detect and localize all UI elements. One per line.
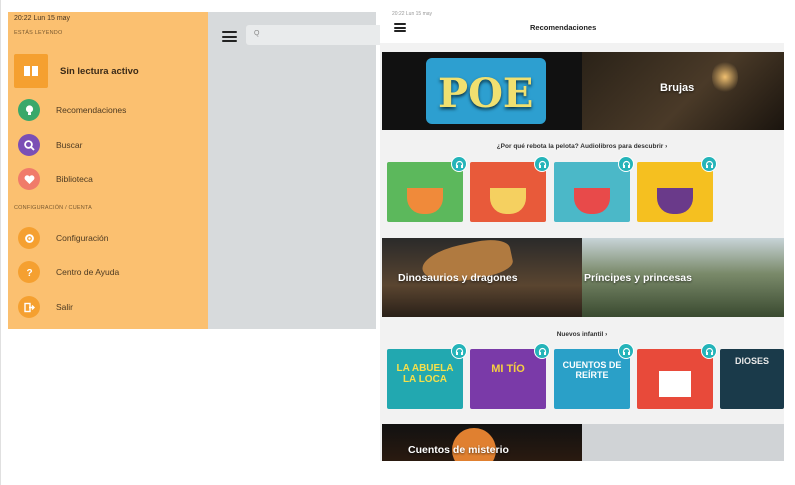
audiobook-cover[interactable]: DIOSES <box>720 349 784 409</box>
headphones-icon <box>618 343 634 359</box>
lightbulb-icon <box>18 99 40 121</box>
audiobook-cover[interactable] <box>637 156 717 222</box>
cover-illustration <box>659 371 691 397</box>
audiobook-cover[interactable]: MI TÍO <box>470 343 550 409</box>
banner-placeholder[interactable] <box>582 424 784 461</box>
nav-label: Recomendaciones <box>56 105 127 115</box>
header-bar: 20:22 Lun 15 may Recomendaciones <box>380 9 784 43</box>
cover-title: LA ABUELA LA LOCA <box>396 363 454 385</box>
page-title: Recomendaciones <box>530 23 597 32</box>
screen-edge <box>0 0 1 485</box>
banner-label: Cuentos de misterio <box>408 444 509 456</box>
search-column: Q <box>208 12 406 329</box>
search-icon <box>18 134 40 156</box>
active-reading-label: Sin lectura activo <box>60 65 139 77</box>
svg-text:?: ? <box>26 268 32 279</box>
banner-label: Brujas <box>660 82 695 94</box>
banner-brujas[interactable]: Brujas <box>582 52 784 130</box>
banner-poe[interactable]: POE <box>382 52 582 130</box>
active-reading-item[interactable]: Sin lectura activo <box>14 53 202 89</box>
headphones-icon <box>701 156 717 172</box>
nav-label: Configuración <box>56 233 109 243</box>
nav-item-buscar[interactable]: Buscar <box>18 133 203 157</box>
heart-icon <box>18 168 40 190</box>
search-placeholder: Q <box>254 30 260 37</box>
navigation-drawer: 20:22 Lun 15 may ESTÁS LEYENDO Sin lectu… <box>8 12 208 329</box>
section-reading-title: ESTÁS LEYENDO <box>14 30 63 36</box>
gear-icon <box>18 227 40 249</box>
section-title[interactable]: ¿Por qué rebota la pelota? Audiolibros p… <box>380 143 784 150</box>
nav-label: Centro de Ayuda <box>56 267 120 277</box>
nav-label: Biblioteca <box>56 174 93 184</box>
book-icon <box>14 54 48 88</box>
audiobook-cover[interactable] <box>470 156 550 222</box>
headphones-icon <box>534 156 550 172</box>
headphones-icon <box>534 343 550 359</box>
nav-label: Salir <box>56 302 74 312</box>
menu-icon[interactable] <box>394 23 406 32</box>
lantern-glow <box>712 60 738 94</box>
top-status: 20:22 Lun 15 may <box>392 11 433 17</box>
headphones-icon <box>701 343 717 359</box>
banner-cuentos-misterio[interactable]: Cuentos de misterio <box>382 424 582 461</box>
headphones-icon <box>618 156 634 172</box>
recommendations-panel: 20:22 Lun 15 may Recomendaciones POE Bru… <box>380 9 784 461</box>
nav-item-biblioteca[interactable]: Biblioteca <box>18 167 203 191</box>
banner-label: POE <box>438 70 534 117</box>
logout-icon <box>18 296 40 318</box>
nav-item-salir[interactable]: Salir <box>18 295 203 319</box>
banner-dinosaurios[interactable]: Dinosaurios y dragones <box>382 238 582 317</box>
nav-label: Buscar <box>56 140 83 150</box>
cover-title: MI TÍO <box>491 363 525 375</box>
section-title[interactable]: Nuevos infantil › <box>380 331 784 338</box>
audiobook-cover[interactable]: CUENTOS DE REÍRTE <box>554 343 634 409</box>
nav-item-recomendaciones[interactable]: Recomendaciones <box>18 98 203 122</box>
section-config-title: CONFIGURACIÓN / CUENTA <box>14 205 92 211</box>
cover-title: CUENTOS DE REÍRTE <box>562 360 622 380</box>
audiobook-cover[interactable] <box>387 156 467 222</box>
cover-plate <box>470 349 546 409</box>
audiobook-cover[interactable] <box>554 156 634 222</box>
banner-label: Dinosaurios y dragones <box>398 272 518 284</box>
banner-label: Príncipes y princesas <box>584 272 692 284</box>
nav-item-centro-ayuda[interactable]: ? Centro de Ayuda <box>18 260 203 284</box>
banner-principes[interactable]: Príncipes y princesas <box>582 238 784 317</box>
headphones-icon <box>451 343 467 359</box>
help-icon: ? <box>18 261 40 283</box>
audiobook-cover[interactable] <box>637 343 717 409</box>
menu-icon[interactable] <box>222 31 237 42</box>
headphones-icon <box>451 156 467 172</box>
audiobook-cover[interactable]: LA ABUELA LA LOCA <box>387 343 467 409</box>
cover-title: DIOSES <box>734 356 769 366</box>
status-time: 20:22 Lun 15 may <box>14 15 71 22</box>
nav-item-configuracion[interactable]: Configuración <box>18 226 203 250</box>
